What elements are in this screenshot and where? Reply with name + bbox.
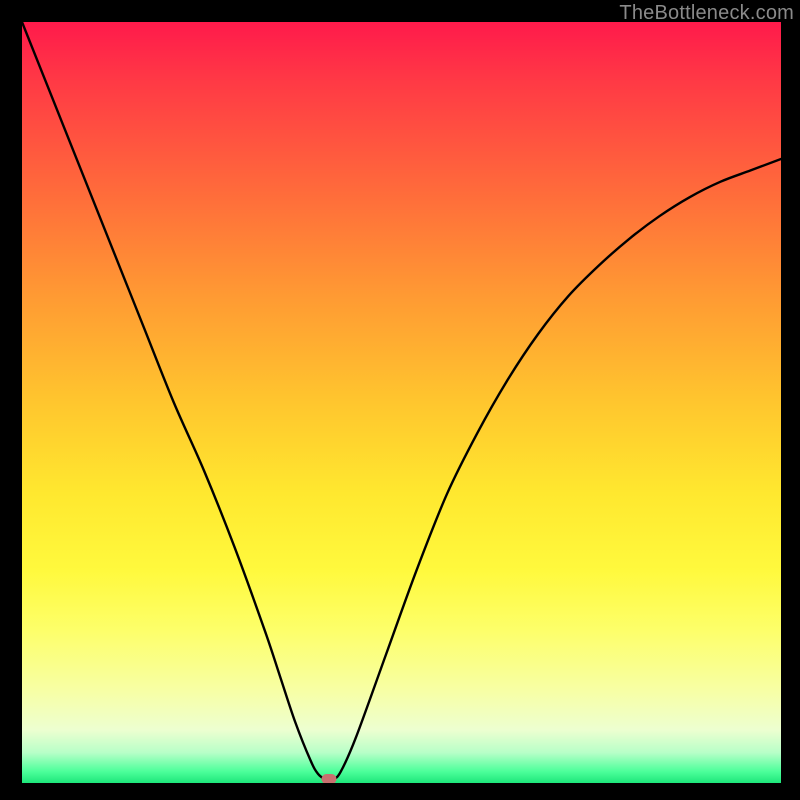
chart-container: TheBottleneck.com bbox=[0, 0, 800, 800]
optimal-marker bbox=[322, 774, 337, 783]
bottleneck-curve bbox=[22, 22, 781, 780]
plot-area bbox=[22, 22, 781, 783]
curve-svg bbox=[22, 22, 781, 783]
